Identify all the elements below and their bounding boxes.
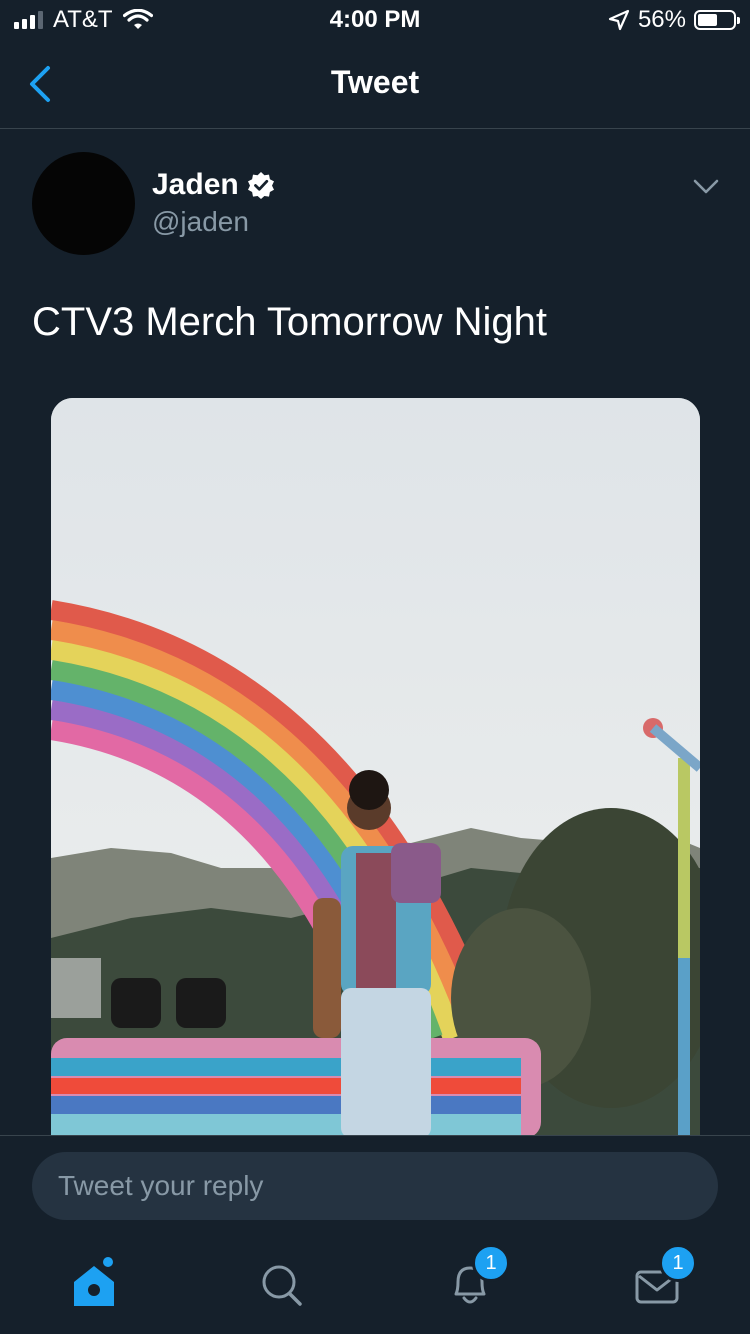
tab-home[interactable] <box>64 1254 124 1314</box>
tweet-image[interactable] <box>51 398 700 1138</box>
battery-icon <box>694 10 740 30</box>
battery-percentage: 56% <box>637 6 686 33</box>
reply-input[interactable] <box>32 1152 718 1220</box>
avatar[interactable] <box>32 152 135 255</box>
tweet-author: Jaden @jaden <box>32 152 722 262</box>
home-icon <box>74 1257 114 1306</box>
navigation-bar: Tweet <box>0 40 750 129</box>
location-arrow-icon <box>608 9 630 31</box>
verified-badge-icon <box>247 172 274 199</box>
chevron-down-icon <box>693 179 719 194</box>
reply-bar <box>0 1135 750 1236</box>
messages-badge: 1 <box>659 1244 697 1282</box>
battery-level <box>698 14 717 26</box>
status-bar: AT&T 4:00 PM 56% <box>0 0 750 40</box>
tweet-text: CTV3 Merch Tomorrow Night <box>32 300 547 344</box>
status-right: 56% <box>608 6 740 34</box>
page-title: Tweet <box>330 64 420 100</box>
notifications-badge: 1 <box>472 1244 510 1282</box>
tab-search[interactable] <box>252 1254 312 1314</box>
tab-notifications[interactable]: 1 <box>440 1244 510 1314</box>
tweet-options-button[interactable] <box>690 172 722 200</box>
photo <box>51 398 700 1138</box>
search-icon <box>262 1265 302 1306</box>
tab-messages[interactable]: 1 <box>627 1244 697 1314</box>
tab-bar: 1 1 <box>0 1236 750 1334</box>
author-handle[interactable]: @jaden <box>152 206 249 238</box>
author-name: Jaden <box>152 168 239 201</box>
author-name-row[interactable]: Jaden <box>152 168 275 202</box>
